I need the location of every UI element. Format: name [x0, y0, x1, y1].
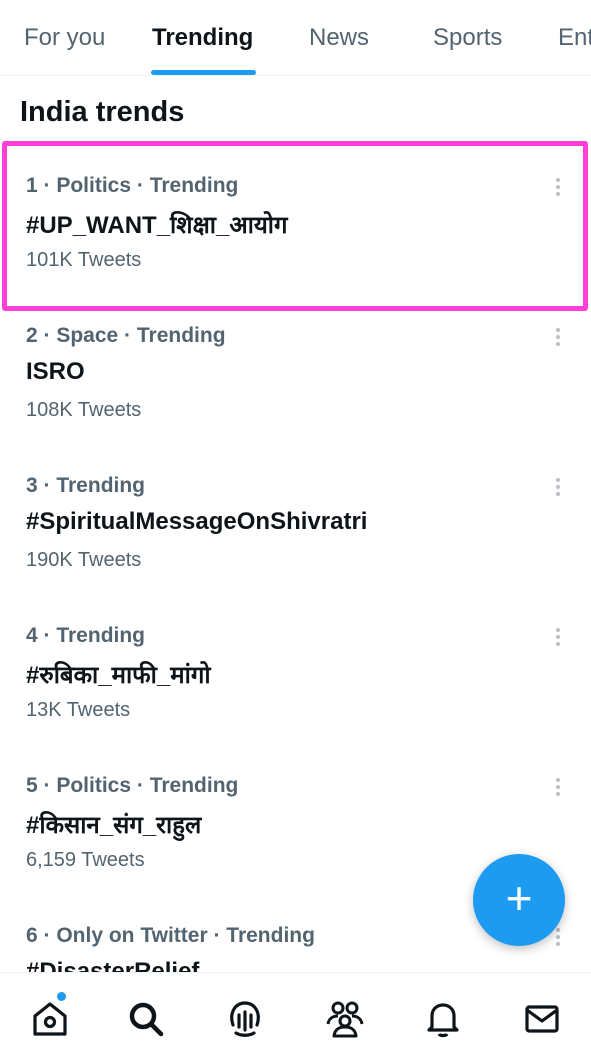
trend-name: ISRO	[26, 358, 85, 385]
trend-item[interactable]: 2 · Space · Trending ISRO 108K Tweets	[0, 291, 591, 441]
tab-for-you[interactable]: For you	[24, 24, 105, 52]
communities-icon[interactable]	[325, 999, 365, 1039]
tab-trending[interactable]: Trending	[152, 24, 253, 52]
trend-meta: 1 · Politics · Trending	[26, 174, 239, 197]
trend-count: 108K Tweets	[26, 399, 142, 421]
trend-meta: 4 · Trending	[26, 624, 146, 647]
home-icon[interactable]	[30, 999, 70, 1039]
more-options-icon[interactable]	[548, 775, 568, 805]
more-options-icon[interactable]	[548, 175, 568, 205]
tab-news[interactable]: News	[309, 24, 369, 52]
trend-meta: 2 · Space · Trending	[26, 324, 226, 347]
trend-count: 13K Tweets	[26, 699, 131, 721]
tab-entertainment[interactable]: Ent	[558, 24, 591, 52]
trend-item[interactable]: 3 · Trending #SpiritualMessageOnShivratr…	[0, 441, 591, 591]
trend-item[interactable]: 1 · Politics · Trending #UP_WANT_शिक्षा_…	[0, 141, 591, 291]
messages-icon[interactable]	[522, 999, 562, 1039]
bottom-navigation	[0, 972, 591, 1055]
search-icon[interactable]	[126, 999, 166, 1039]
trend-count: 101K Tweets	[26, 249, 142, 271]
trend-meta: 3 · Trending	[26, 474, 146, 497]
tab-sports[interactable]: Sports	[433, 24, 502, 52]
section-title: India trends	[20, 96, 185, 128]
compose-tweet-button[interactable]: +	[473, 854, 565, 946]
more-options-icon[interactable]	[548, 475, 568, 505]
trend-item[interactable]: 4 · Trending #रुबिका_माफी_मांगो 13K Twee…	[0, 591, 591, 741]
trend-name: #रुबिका_माफी_मांगो	[26, 662, 211, 689]
trend-name: #SpiritualMessageOnShivratri	[26, 508, 368, 535]
spaces-icon[interactable]	[225, 999, 265, 1039]
trend-meta: 6 · Only on Twitter · Trending	[26, 924, 315, 947]
notification-dot	[57, 992, 66, 1001]
trend-name: #किसान_संग_राहुल	[26, 812, 202, 839]
top-tabs: For you Trending News Sports Ent	[0, 0, 591, 76]
more-options-icon[interactable]	[548, 325, 568, 355]
trend-count: 6,159 Tweets	[26, 849, 145, 871]
trend-name: #UP_WANT_शिक्षा_आयोग	[26, 212, 288, 239]
active-tab-indicator	[151, 70, 256, 75]
more-options-icon[interactable]	[548, 625, 568, 655]
trend-meta: 5 · Politics · Trending	[26, 774, 239, 797]
trend-count: 190K Tweets	[26, 549, 142, 571]
notifications-icon[interactable]	[423, 999, 463, 1039]
